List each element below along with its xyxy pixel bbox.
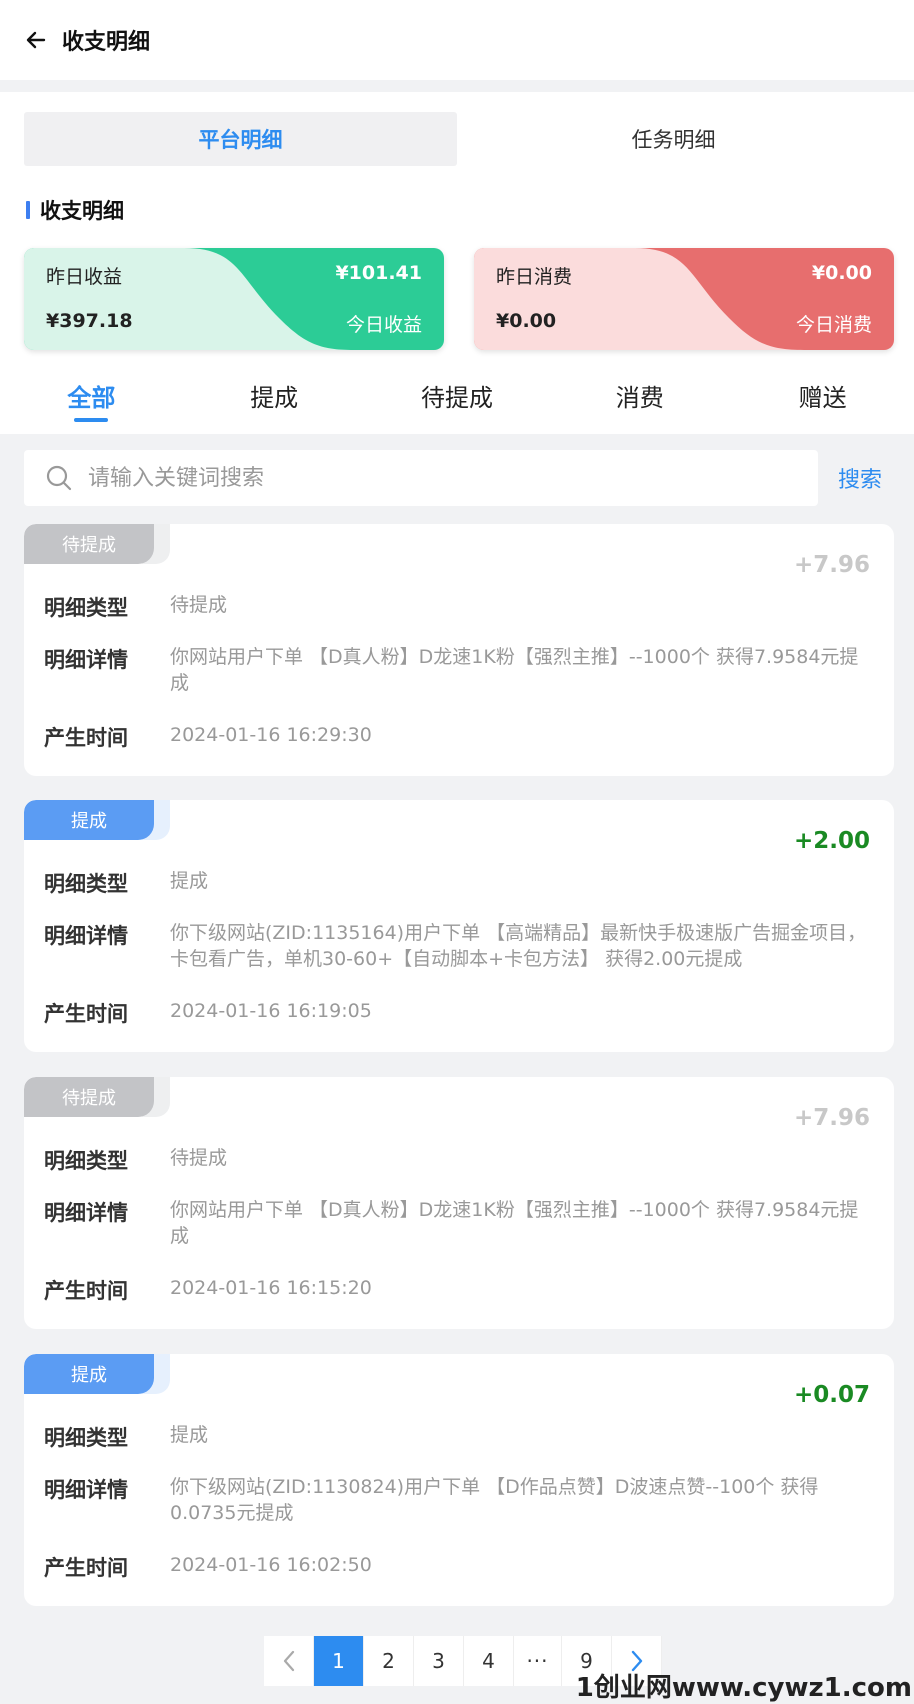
segment-platform-details[interactable]: 平台明细 bbox=[24, 112, 457, 166]
record-card: 待提成 +7.96 明细类型 待提成 明细详情 你网站用户下单 【D真人粉】D龙速1… bbox=[24, 524, 894, 776]
record-type-value: 提成 bbox=[170, 870, 209, 892]
watermark: 1创业网www.cywz1.com bbox=[575, 1673, 912, 1703]
record-detail-label: 明细详情 bbox=[44, 924, 128, 948]
record-amount: +2.00 bbox=[793, 828, 870, 854]
expense-card: 昨日消费 ¥0.00 ¥0.00 今日消费 bbox=[474, 248, 894, 350]
search-icon bbox=[46, 465, 72, 491]
record-amount: +7.96 bbox=[793, 1105, 870, 1131]
record-detail-value: 你下级网站(ZID:1130824)用户下单 【D作品点赞】D波速点赞--100… bbox=[170, 1476, 819, 1524]
record-time-row: 产生时间 2024-01-16 16:02:50 bbox=[44, 1552, 870, 1582]
record-time-label: 产生时间 bbox=[44, 1002, 128, 1026]
status-badge: 提成 bbox=[24, 800, 154, 840]
tab-pending-commission-label: 待提成 bbox=[420, 384, 493, 412]
record-type-label: 明细类型 bbox=[44, 872, 128, 896]
today-expense-label: 今日消费 bbox=[795, 314, 872, 336]
record-time-label: 产生时间 bbox=[44, 1279, 128, 1303]
page-title: 收支明细 bbox=[62, 30, 151, 55]
tab-gift-label: 赠送 bbox=[798, 384, 847, 412]
section-title: 收支明细 bbox=[26, 198, 124, 223]
tab-commission-label: 提成 bbox=[250, 384, 299, 412]
record-type-row: 明细类型 提成 bbox=[44, 1422, 870, 1452]
today-expense-value: ¥0.00 bbox=[811, 262, 872, 284]
record-type-label: 明细类型 bbox=[44, 1149, 128, 1173]
search-button[interactable]: 搜索 bbox=[838, 462, 882, 494]
record-type-label: 明细类型 bbox=[44, 596, 128, 620]
yesterday-expense-label: 昨日消费 bbox=[496, 266, 573, 288]
record-time-value: 2024-01-16 16:29:30 bbox=[170, 724, 372, 746]
page-ellipsis: ··· bbox=[514, 1636, 562, 1686]
search-bar: 搜索 bbox=[24, 450, 890, 506]
record-type-row: 明细类型 待提成 bbox=[44, 592, 870, 622]
record-time-row: 产生时间 2024-01-16 16:29:30 bbox=[44, 722, 870, 752]
record-detail-value: 你下级网站(ZID:1135164)用户下单 【高端精品】最新快手极速版广告掘金… bbox=[170, 922, 867, 970]
yesterday-income-value: ¥397.18 bbox=[46, 310, 133, 332]
status-badge: 待提成 bbox=[24, 1077, 154, 1117]
income-card: 昨日收益 ¥397.18 ¥101.41 今日收益 bbox=[24, 248, 444, 350]
record-card: 提成 +2.00 明细类型 提成 明细详情 你下级网站(ZID:1135164)用户… bbox=[24, 800, 894, 1052]
record-time-value: 2024-01-16 16:19:05 bbox=[170, 1000, 372, 1022]
record-type-value: 提成 bbox=[170, 1424, 209, 1446]
record-type-value: 待提成 bbox=[170, 1147, 228, 1169]
prev-page-button[interactable] bbox=[264, 1636, 314, 1686]
today-income-label: 今日收益 bbox=[345, 314, 422, 336]
record-detail-label: 明细详情 bbox=[44, 1478, 128, 1502]
record-card: 提成 +0.07 明细类型 提成 明细详情 你下级网站(ZID:1130824)用户… bbox=[24, 1354, 894, 1606]
section-title-text: 收支明细 bbox=[40, 199, 124, 223]
record-type-label: 明细类型 bbox=[44, 1426, 128, 1450]
record-detail-value: 你网站用户下单 【D真人粉】D龙速1K粉【强烈主推】--1000个 获得7.95… bbox=[170, 1199, 859, 1247]
record-detail-row: 明细详情 你网站用户下单 【D真人粉】D龙速1K粉【强烈主推】--1000个 获得… bbox=[44, 1197, 870, 1249]
summary-panel: 平台明细 任务明细 收支明细 昨日收益 ¥397.18 ¥101.41 今日收益… bbox=[0, 92, 914, 434]
record-time-value: 2024-01-16 16:15:20 bbox=[170, 1277, 372, 1299]
page-button[interactable]: 2 bbox=[364, 1636, 414, 1686]
search-box[interactable] bbox=[24, 450, 818, 506]
record-time-label: 产生时间 bbox=[44, 726, 128, 750]
page-button[interactable]: 3 bbox=[414, 1636, 464, 1686]
record-detail-row: 明细详情 你下级网站(ZID:1130824)用户下单 【D作品点赞】D波速点赞-… bbox=[44, 1474, 870, 1526]
segmented-control: 平台明细 任务明细 bbox=[24, 112, 890, 166]
record-time-label: 产生时间 bbox=[44, 1556, 128, 1580]
record-type-row: 明细类型 提成 bbox=[44, 868, 870, 898]
active-tab-underline bbox=[74, 418, 109, 422]
today-income-value: ¥101.41 bbox=[335, 262, 422, 284]
tab-all[interactable]: 全部 bbox=[0, 366, 183, 434]
app-header: 收支明细 bbox=[0, 0, 914, 80]
filter-tabs: 全部 提成 待提成 消费 赠送 bbox=[0, 366, 914, 434]
yesterday-income-label: 昨日收益 bbox=[46, 266, 123, 288]
record-detail-label: 明细详情 bbox=[44, 1201, 128, 1225]
yesterday-expense-value: ¥0.00 bbox=[496, 310, 557, 332]
tab-all-label: 全部 bbox=[67, 384, 116, 412]
page-button[interactable]: 4 bbox=[464, 1636, 514, 1686]
tab-commission[interactable]: 提成 bbox=[183, 366, 366, 434]
record-detail-row: 明细详情 你下级网站(ZID:1135164)用户下单 【高端精品】最新快手极速版… bbox=[44, 920, 870, 972]
record-amount: +7.96 bbox=[793, 552, 870, 578]
record-card: 待提成 +7.96 明细类型 待提成 明细详情 你网站用户下单 【D真人粉】D龙速1… bbox=[24, 1077, 894, 1329]
record-type-row: 明细类型 待提成 bbox=[44, 1145, 870, 1175]
tab-pending-commission[interactable]: 待提成 bbox=[366, 366, 549, 434]
section-accent-bar bbox=[26, 201, 30, 219]
record-detail-value: 你网站用户下单 【D真人粉】D龙速1K粉【强烈主推】--1000个 获得7.95… bbox=[170, 646, 859, 694]
back-arrow-icon[interactable] bbox=[18, 22, 54, 58]
tab-consumption-label: 消费 bbox=[615, 384, 664, 412]
record-time-row: 产生时间 2024-01-16 16:15:20 bbox=[44, 1275, 870, 1305]
record-type-value: 待提成 bbox=[170, 594, 228, 616]
status-badge: 提成 bbox=[24, 1354, 154, 1394]
search-input[interactable] bbox=[88, 465, 768, 491]
segment-task-details[interactable]: 任务明细 bbox=[457, 112, 890, 166]
chevron-left-icon bbox=[283, 1650, 294, 1672]
record-time-row: 产生时间 2024-01-16 16:19:05 bbox=[44, 998, 870, 1028]
status-badge: 待提成 bbox=[24, 524, 154, 564]
record-detail-label: 明细详情 bbox=[44, 648, 128, 672]
page-button[interactable]: 1 bbox=[314, 1636, 364, 1686]
record-amount: +0.07 bbox=[793, 1382, 870, 1408]
tab-gift[interactable]: 赠送 bbox=[731, 366, 914, 434]
tab-consumption[interactable]: 消费 bbox=[548, 366, 731, 434]
record-detail-row: 明细详情 你网站用户下单 【D真人粉】D龙速1K粉【强烈主推】--1000个 获得… bbox=[44, 644, 870, 696]
record-time-value: 2024-01-16 16:02:50 bbox=[170, 1554, 372, 1576]
